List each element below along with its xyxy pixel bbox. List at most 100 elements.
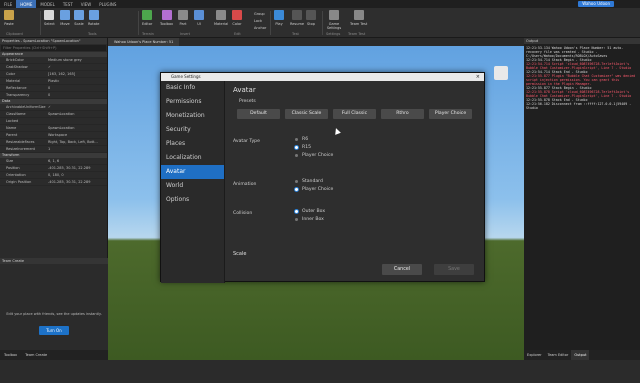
preset-buttons: Default Classic Scale Full Classic Rthro…: [237, 109, 486, 119]
property-value[interactable]: Medium stone grey: [48, 57, 107, 63]
property-row[interactable]: Transparency 0: [0, 92, 107, 99]
property-value[interactable]: Right, Top, Back, Left, Bott...: [48, 139, 107, 145]
property-value[interactable]: ✓: [48, 104, 107, 110]
toolbox-button[interactable]: Toolbox: [160, 10, 173, 26]
sidebar-item-monetization[interactable]: Monetization: [161, 109, 224, 123]
property-name: ArchivableUniformSize: [6, 105, 46, 109]
radio-outer-box[interactable]: Outer Box: [295, 207, 325, 215]
terrain-editor-button[interactable]: Editor: [142, 10, 152, 26]
property-row[interactable]: Origin Position -401.285, 30.31, 22.289: [0, 179, 107, 186]
sidebar-item-security[interactable]: Security: [161, 123, 224, 137]
property-row[interactable]: ResizeIncrement 1: [0, 146, 107, 153]
sidebar-item-permissions[interactable]: Permissions: [161, 95, 224, 109]
property-value[interactable]: -401.285, 30.31, 22.289: [48, 179, 107, 185]
property-value[interactable]: Plastic: [48, 78, 107, 84]
view-cube[interactable]: [494, 66, 508, 80]
tab-team-create[interactable]: Team Create: [21, 350, 51, 360]
menu-test[interactable]: TEST: [59, 0, 77, 8]
property-row[interactable]: Parent Workspace: [0, 132, 107, 139]
property-row[interactable]: Orientation 0, 180, 0: [0, 172, 107, 179]
team-test-button[interactable]: Team Test: [350, 10, 367, 26]
resume-button[interactable]: Resume: [290, 10, 304, 26]
select-button[interactable]: Select: [44, 10, 55, 26]
radio-avatar-player-choice[interactable]: Player Choice: [295, 151, 333, 159]
stop-button[interactable]: Stop: [306, 10, 316, 26]
property-value[interactable]: 0: [48, 85, 107, 91]
preset-rthro-button[interactable]: Rthro: [381, 109, 424, 119]
sidebar-item-basic-info[interactable]: Basic Info: [161, 81, 224, 95]
property-row[interactable]: BrickColor Medium stone grey: [0, 57, 107, 64]
property-value[interactable]: SpawnLocation: [48, 111, 107, 117]
tab-place[interactable]: Wahoo Udoon's Place Number: 51: [108, 38, 180, 46]
property-row[interactable]: ResizeableFaces Right, Top, Back, Left, B…: [0, 139, 107, 146]
property-value[interactable]: SpawnLocation: [48, 125, 107, 131]
radio-r6[interactable]: R6: [295, 135, 333, 143]
property-value[interactable]: Workspace: [48, 132, 107, 138]
property-row[interactable]: Size 6, 1, 6: [0, 158, 107, 165]
menu-model[interactable]: MODEL: [36, 0, 58, 8]
property-row[interactable]: CastShadow ✓: [0, 64, 107, 71]
turn-on-button[interactable]: Turn On: [39, 326, 69, 335]
menu-file[interactable]: FILE: [0, 0, 16, 8]
property-value[interactable]: 0, 180, 0: [48, 172, 107, 178]
move-button[interactable]: Move: [60, 10, 70, 26]
game-settings-button[interactable]: Game Settings: [324, 10, 344, 30]
sidebar-item-world[interactable]: World: [161, 179, 224, 193]
radio-standard[interactable]: Standard: [295, 177, 333, 185]
property-value[interactable]: [163, 162, 165]: [48, 71, 107, 77]
sidebar-item-localization[interactable]: Localization: [161, 151, 224, 165]
property-value[interactable]: 1: [48, 146, 107, 152]
sidebar-item-options[interactable]: Options: [161, 193, 224, 207]
radio-animation-player-choice[interactable]: Player Choice: [295, 185, 333, 193]
property-row[interactable]: Locked: [0, 118, 107, 125]
play-button[interactable]: Play: [274, 10, 284, 26]
preset-default-button[interactable]: Default: [237, 109, 280, 119]
sidebar-item-places[interactable]: Places: [161, 137, 224, 151]
sidebar-item-avatar[interactable]: Avatar: [161, 165, 224, 179]
tab-toolbox[interactable]: Toolbox: [0, 350, 21, 360]
tab-team-editor[interactable]: Team Editor: [545, 350, 572, 360]
menu-view[interactable]: VIEW: [77, 0, 95, 8]
rotate-button[interactable]: Rotate: [88, 10, 99, 26]
menu-home[interactable]: HOME: [16, 0, 37, 8]
property-value[interactable]: 0: [48, 92, 107, 98]
property-name: Orientation: [6, 173, 26, 177]
tab-output[interactable]: Output: [571, 350, 590, 360]
color-icon: [232, 10, 242, 20]
tab-explorer[interactable]: Explorer: [524, 350, 545, 360]
property-row[interactable]: Reflectance 0: [0, 85, 107, 92]
scale-button[interactable]: Scale: [74, 10, 84, 26]
save-button[interactable]: Save: [434, 264, 474, 275]
property-value[interactable]: -401.285, 30.31, 22.289: [48, 165, 107, 171]
property-row[interactable]: Material Plastic: [0, 78, 107, 85]
property-value[interactable]: ✓: [48, 64, 107, 70]
animation-label: Animation: [233, 182, 257, 187]
preset-player-choice-button[interactable]: Player Choice: [429, 109, 472, 119]
property-row[interactable]: Color [163, 162, 165]: [0, 71, 107, 78]
property-value[interactable]: 6, 1, 6: [48, 158, 107, 164]
part-button[interactable]: Part: [178, 10, 188, 26]
group-button[interactable]: Group: [254, 12, 265, 16]
paste-button[interactable]: Paste: [4, 10, 14, 26]
property-row[interactable]: Name SpawnLocation: [0, 125, 107, 132]
color-button[interactable]: Color: [232, 10, 242, 26]
property-row[interactable]: Position -401.285, 30.31, 22.289: [0, 165, 107, 172]
settings-sidebar: Basic Info Permissions Monetization Secu…: [161, 81, 225, 283]
property-value[interactable]: [48, 118, 107, 124]
preset-classic-scale-button[interactable]: Classic Scale: [285, 109, 328, 119]
ui-button[interactable]: UI: [194, 10, 204, 26]
property-row[interactable]: ArchivableUniformSize ✓: [0, 104, 107, 111]
cancel-button[interactable]: Cancel: [382, 264, 422, 275]
property-row[interactable]: ClassName SpawnLocation: [0, 111, 107, 118]
preset-full-classic-button[interactable]: Full Classic: [333, 109, 376, 119]
close-icon[interactable]: ×: [476, 73, 480, 81]
menu-plugins[interactable]: PLUGINS: [95, 0, 120, 8]
radio-r15[interactable]: R15: [295, 143, 333, 151]
properties-filter-input[interactable]: Filter Properties (Ctrl+Shift+P): [1, 45, 106, 51]
property-name: CastShadow: [6, 65, 28, 69]
user-button[interactable]: Wahoo Udoon: [578, 1, 614, 7]
material-button[interactable]: Material: [214, 10, 228, 26]
lock-button[interactable]: Lock: [254, 19, 262, 23]
anchor-button[interactable]: Anchor: [254, 26, 266, 30]
radio-inner-box[interactable]: Inner Box: [295, 215, 325, 223]
